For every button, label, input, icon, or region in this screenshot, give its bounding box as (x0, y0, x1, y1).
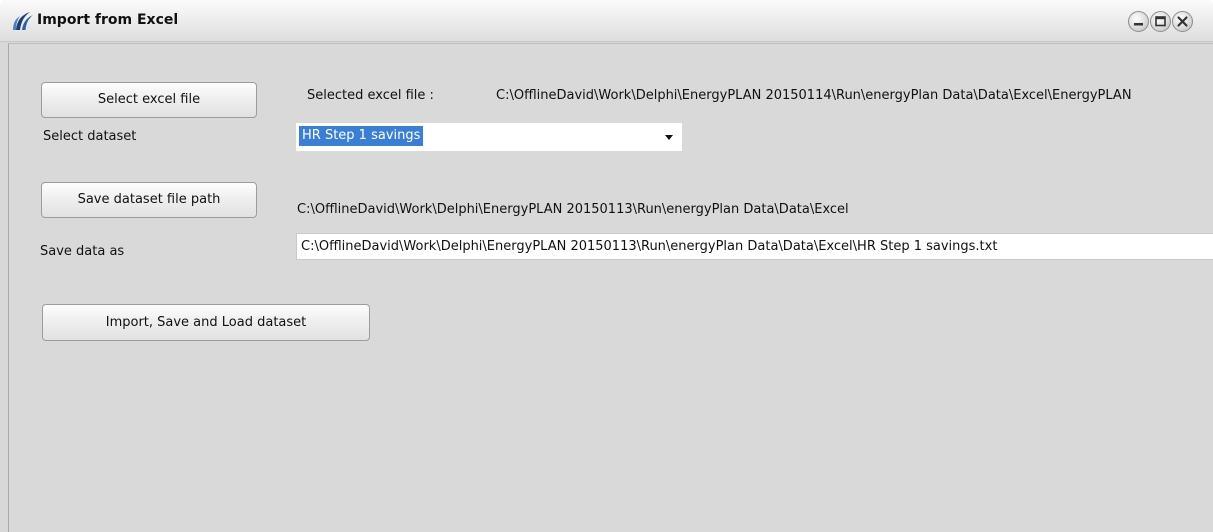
maximize-button[interactable] (1150, 11, 1171, 32)
save-data-as-label: Save data as (40, 244, 125, 259)
select-excel-file-button[interactable]: Select excel file (41, 82, 257, 118)
close-button[interactable] (1172, 11, 1193, 32)
selected-file-path: C:\OfflineDavid\Work\Delphi\EnergyPLAN 2… (496, 88, 1132, 103)
app-logo-icon (13, 12, 33, 30)
save-dataset-file-path-button[interactable]: Save dataset file path (41, 182, 257, 218)
minimize-icon (1134, 23, 1143, 26)
dataset-selected-value: HR Step 1 savings (299, 126, 424, 146)
title-bar[interactable]: Import from Excel (0, 0, 1213, 42)
select-dataset-label: Select dataset (43, 129, 137, 144)
maximize-icon (1155, 16, 1166, 27)
dataset-dropdown[interactable]: HR Step 1 savings (296, 123, 682, 151)
import-save-load-button[interactable]: Import, Save and Load dataset (42, 304, 370, 341)
save-path-value: C:\OfflineDavid\Work\Delphi\EnergyPLAN 2… (297, 202, 849, 217)
minimize-button[interactable] (1128, 11, 1149, 32)
selected-file-label: Selected excel file : (307, 88, 434, 103)
import-from-excel-window: Import from Excel Select excel file Sele… (0, 0, 1213, 532)
window-title: Import from Excel (37, 12, 179, 28)
close-icon (1177, 16, 1188, 27)
chevron-down-icon[interactable] (657, 124, 681, 150)
save-data-as-input[interactable] (296, 233, 1213, 260)
